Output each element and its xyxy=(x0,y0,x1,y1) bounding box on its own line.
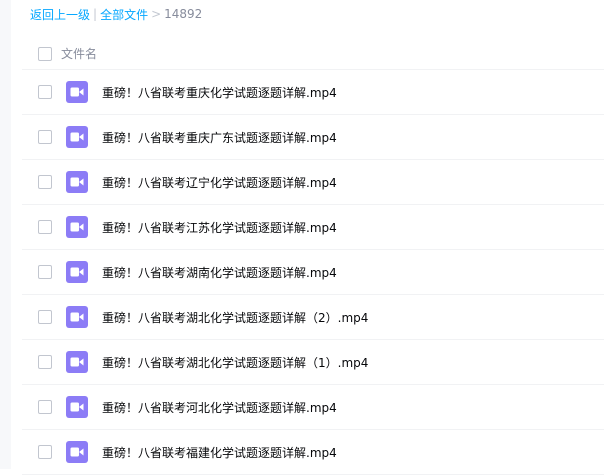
current-folder-label: 14892 xyxy=(164,7,203,21)
file-row-checkbox[interactable] xyxy=(38,445,52,459)
video-file-icon xyxy=(66,216,88,238)
file-row-checkbox[interactable] xyxy=(38,175,52,189)
file-row[interactable]: 重磅！八省联考湖北化学试题逐题详解（2）.mp4 xyxy=(22,295,604,340)
file-row[interactable]: 重磅！八省联考辽宁化学试题逐题详解.mp4 xyxy=(22,160,604,205)
file-name[interactable]: 重磅！八省联考湖北化学试题逐题详解（2）.mp4 xyxy=(102,309,368,326)
file-row[interactable]: 重磅！八省联考重庆化学试题逐题详解.mp4 xyxy=(22,70,604,115)
file-row-checkbox[interactable] xyxy=(38,220,52,234)
file-row-checkbox[interactable] xyxy=(38,400,52,414)
file-row[interactable]: 重磅！八省联考河北化学试题逐题详解.mp4 xyxy=(22,385,604,430)
file-row-checkbox[interactable] xyxy=(38,85,52,99)
file-list: 重磅！八省联考重庆化学试题逐题详解.mp4 重磅！八省联考重庆广东试题逐题详解.… xyxy=(22,70,604,475)
file-row-checkbox[interactable] xyxy=(38,310,52,324)
file-name[interactable]: 重磅！八省联考河北化学试题逐题详解.mp4 xyxy=(102,399,337,416)
file-row[interactable]: 重磅！八省联考湖南化学试题逐题详解.mp4 xyxy=(22,250,604,295)
breadcrumb-arrow: > xyxy=(151,7,162,21)
file-row[interactable]: 重磅！八省联考湖北化学试题逐题详解（1）.mp4 xyxy=(22,340,604,385)
video-file-icon xyxy=(66,396,88,418)
breadcrumb-divider: | xyxy=(93,7,98,21)
file-row[interactable]: 重磅！八省联考福建化学试题逐题详解.mp4 xyxy=(22,430,604,475)
file-name[interactable]: 重磅！八省联考湖南化学试题逐题详解.mp4 xyxy=(102,264,337,281)
filename-column-header[interactable]: 文件名 xyxy=(61,45,97,62)
video-file-icon xyxy=(66,261,88,283)
file-name[interactable]: 重磅！八省联考湖北化学试题逐题详解（1）.mp4 xyxy=(102,354,368,371)
file-name[interactable]: 重磅！八省联考重庆化学试题逐题详解.mp4 xyxy=(102,84,337,101)
file-name[interactable]: 重磅！八省联考江苏化学试题逐题详解.mp4 xyxy=(102,219,337,236)
select-all-checkbox[interactable] xyxy=(38,46,52,61)
back-link[interactable]: 返回上一级 xyxy=(30,6,90,23)
video-file-icon xyxy=(66,351,88,373)
file-row[interactable]: 重磅！八省联考重庆广东试题逐题详解.mp4 xyxy=(22,115,604,160)
file-row-checkbox[interactable] xyxy=(38,130,52,144)
file-row-checkbox[interactable] xyxy=(38,355,52,369)
video-file-icon xyxy=(66,441,88,463)
video-file-icon xyxy=(66,306,88,328)
file-name[interactable]: 重磅！八省联考福建化学试题逐题详解.mp4 xyxy=(102,444,337,461)
file-name[interactable]: 重磅！八省联考辽宁化学试题逐题详解.mp4 xyxy=(102,174,337,191)
file-list-header: 文件名 xyxy=(22,38,604,70)
video-file-icon xyxy=(66,171,88,193)
file-row-checkbox[interactable] xyxy=(38,265,52,279)
file-row[interactable]: 重磅！八省联考江苏化学试题逐题详解.mp4 xyxy=(22,205,604,250)
breadcrumb: 返回上一级 | 全部文件 > 14892 xyxy=(30,5,202,23)
video-file-icon xyxy=(66,126,88,148)
file-name[interactable]: 重磅！八省联考重庆广东试题逐题详解.mp4 xyxy=(102,129,337,146)
all-files-link[interactable]: 全部文件 xyxy=(100,6,148,23)
video-file-icon xyxy=(66,81,88,103)
left-panel-edge xyxy=(0,0,11,469)
